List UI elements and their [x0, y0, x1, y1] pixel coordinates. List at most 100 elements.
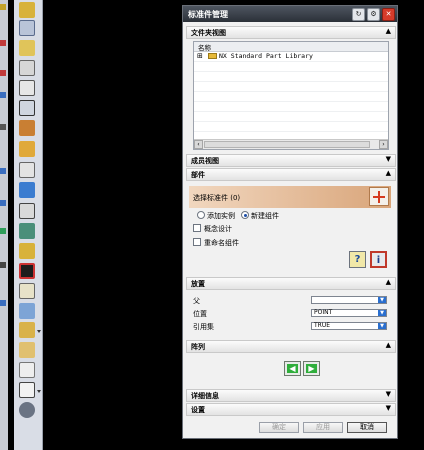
folder-icon — [208, 53, 217, 59]
wrench-icon[interactable] — [19, 120, 35, 136]
tool-icon-12[interactable] — [19, 223, 35, 239]
section-label: 阵列 — [191, 343, 205, 351]
tool-icon-1[interactable] — [19, 2, 35, 18]
edge-icon — [0, 300, 6, 306]
previous-button[interactable]: ◀ — [284, 361, 301, 376]
radio-add-instance-label: 添加实例 — [207, 212, 235, 220]
position-label: 位置 — [193, 310, 207, 318]
select-part-label: 选择标准件 (0) — [193, 194, 241, 202]
reset-icon[interactable]: ↻ — [352, 8, 365, 21]
tool-icon-6[interactable] — [19, 100, 35, 116]
section-placement[interactable]: 放置 ▲ — [186, 277, 396, 290]
checkbox-rename-label: 重命名组件 — [204, 239, 239, 247]
eye-icon[interactable] — [19, 402, 35, 418]
tree-row-empty — [194, 112, 388, 122]
chevron-up-icon[interactable]: ▲ — [386, 341, 391, 349]
chevron-up-icon[interactable]: ▲ — [386, 27, 391, 35]
tool-icon-17[interactable] — [19, 322, 35, 338]
position-value: POINT — [314, 309, 333, 316]
folder-tree[interactable]: 名称 ⊞ NX Standard Part Library ‹ › — [193, 41, 389, 150]
tree-row-empty — [194, 92, 388, 102]
position-select[interactable]: POINT ▼ — [311, 309, 387, 317]
section-settings[interactable]: 设置 ▼ — [186, 403, 396, 416]
edge-icon — [0, 262, 6, 268]
section-details[interactable]: 详细信息 ▼ — [186, 389, 396, 402]
chevron-down-icon[interactable]: ▼ — [378, 310, 386, 316]
tool-icon-16[interactable] — [19, 303, 35, 319]
next-button[interactable]: ▶ — [303, 361, 320, 376]
scroll-right-icon[interactable]: › — [379, 140, 388, 149]
parent-label: 父 — [193, 297, 200, 305]
edge-icon — [0, 92, 6, 98]
section-label: 成员视图 — [191, 157, 219, 165]
dropdown-arrow-icon[interactable] — [37, 390, 41, 393]
scroll-thumb[interactable] — [204, 141, 370, 148]
radio-add-instance[interactable] — [197, 211, 205, 219]
chevron-down-icon[interactable]: ▼ — [378, 297, 386, 303]
checkbox-concept-design[interactable] — [193, 224, 201, 232]
dropdown-arrow-icon[interactable] — [37, 330, 41, 333]
section-label: 详细信息 — [191, 392, 219, 400]
help-button[interactable]: ? — [349, 251, 366, 268]
tool-icon-9[interactable] — [19, 162, 35, 178]
tree-column-header[interactable]: 名称 — [194, 42, 388, 52]
edge-icon — [0, 200, 6, 206]
parent-select[interactable]: ▼ — [311, 296, 387, 304]
checkbox-concept-label: 概念设计 — [204, 225, 232, 233]
edge-icon — [0, 70, 6, 76]
section-part[interactable]: 部件 ▲ — [186, 168, 396, 181]
tool-icon-13[interactable] — [19, 243, 35, 259]
reference-set-label: 引用集 — [193, 323, 214, 331]
tool-icon-10[interactable] — [19, 182, 35, 198]
section-array[interactable]: 阵列 ▲ — [186, 340, 396, 353]
tool-icon-2[interactable] — [19, 20, 35, 36]
arrow-left-icon: ◀ — [287, 364, 298, 373]
horizontal-scrollbar[interactable]: ‹ › — [194, 139, 388, 149]
section-label: 文件夹视图 — [191, 29, 226, 37]
info-button[interactable]: i — [370, 251, 387, 268]
tool-icon-15[interactable] — [19, 283, 35, 299]
section-member-view[interactable]: 成员视图 ▼ — [186, 154, 396, 167]
chevron-down-icon[interactable]: ▼ — [386, 155, 391, 163]
tool-icon-18[interactable] — [19, 342, 35, 358]
chevron-up-icon[interactable]: ▲ — [386, 278, 391, 286]
select-part-row[interactable]: 选择标准件 (0) — [189, 186, 391, 208]
tool-icon-3[interactable] — [19, 40, 35, 56]
section-folder-view[interactable]: 文件夹视图 ▲ — [186, 26, 396, 39]
radio-new-component[interactable] — [241, 211, 249, 219]
apply-button[interactable]: 应用 — [303, 422, 343, 433]
ok-button[interactable]: 确定 — [259, 422, 299, 433]
scroll-left-icon[interactable]: ‹ — [194, 140, 203, 149]
edge-icon — [0, 40, 6, 46]
checkbox-rename-component[interactable] — [193, 238, 201, 246]
dialog-titlebar[interactable]: 标准件管理 ↻ ⚙ ✕ — [183, 6, 397, 22]
chevron-down-icon[interactable]: ▼ — [386, 390, 391, 398]
tool-icon-14[interactable] — [19, 263, 35, 279]
left-window-edge — [0, 0, 8, 450]
chevron-down-icon[interactable]: ▼ — [386, 404, 391, 412]
chevron-up-icon[interactable]: ▲ — [386, 169, 391, 177]
crosshair-icon — [378, 191, 380, 203]
gear-icon[interactable]: ⚙ — [367, 8, 380, 21]
tree-row-empty — [194, 62, 388, 72]
tree-row-empty — [194, 102, 388, 112]
tree-row[interactable]: ⊞ NX Standard Part Library — [194, 52, 388, 62]
vertical-toolbar — [14, 0, 43, 450]
section-label: 放置 — [191, 280, 205, 288]
expand-icon[interactable]: ⊞ — [197, 52, 203, 60]
tool-icon-4[interactable] — [19, 60, 35, 76]
reference-set-select[interactable]: TRUE ▼ — [311, 322, 387, 330]
radio-new-component-label: 新建组件 — [251, 212, 279, 220]
section-label: 部件 — [191, 171, 205, 179]
tool-icon-19[interactable] — [19, 362, 35, 378]
reference-set-value: TRUE — [314, 322, 331, 329]
tool-icon-5[interactable] — [19, 80, 35, 96]
tool-icon-8[interactable] — [19, 141, 35, 157]
cancel-button[interactable]: 取消 — [347, 422, 387, 433]
select-target-button[interactable] — [369, 187, 389, 206]
chevron-down-icon[interactable]: ▼ — [378, 323, 386, 329]
tool-icon-11[interactable] — [19, 203, 35, 219]
close-icon[interactable]: ✕ — [382, 8, 395, 21]
tool-icon-20[interactable] — [19, 382, 35, 398]
tree-row-empty — [194, 82, 388, 92]
